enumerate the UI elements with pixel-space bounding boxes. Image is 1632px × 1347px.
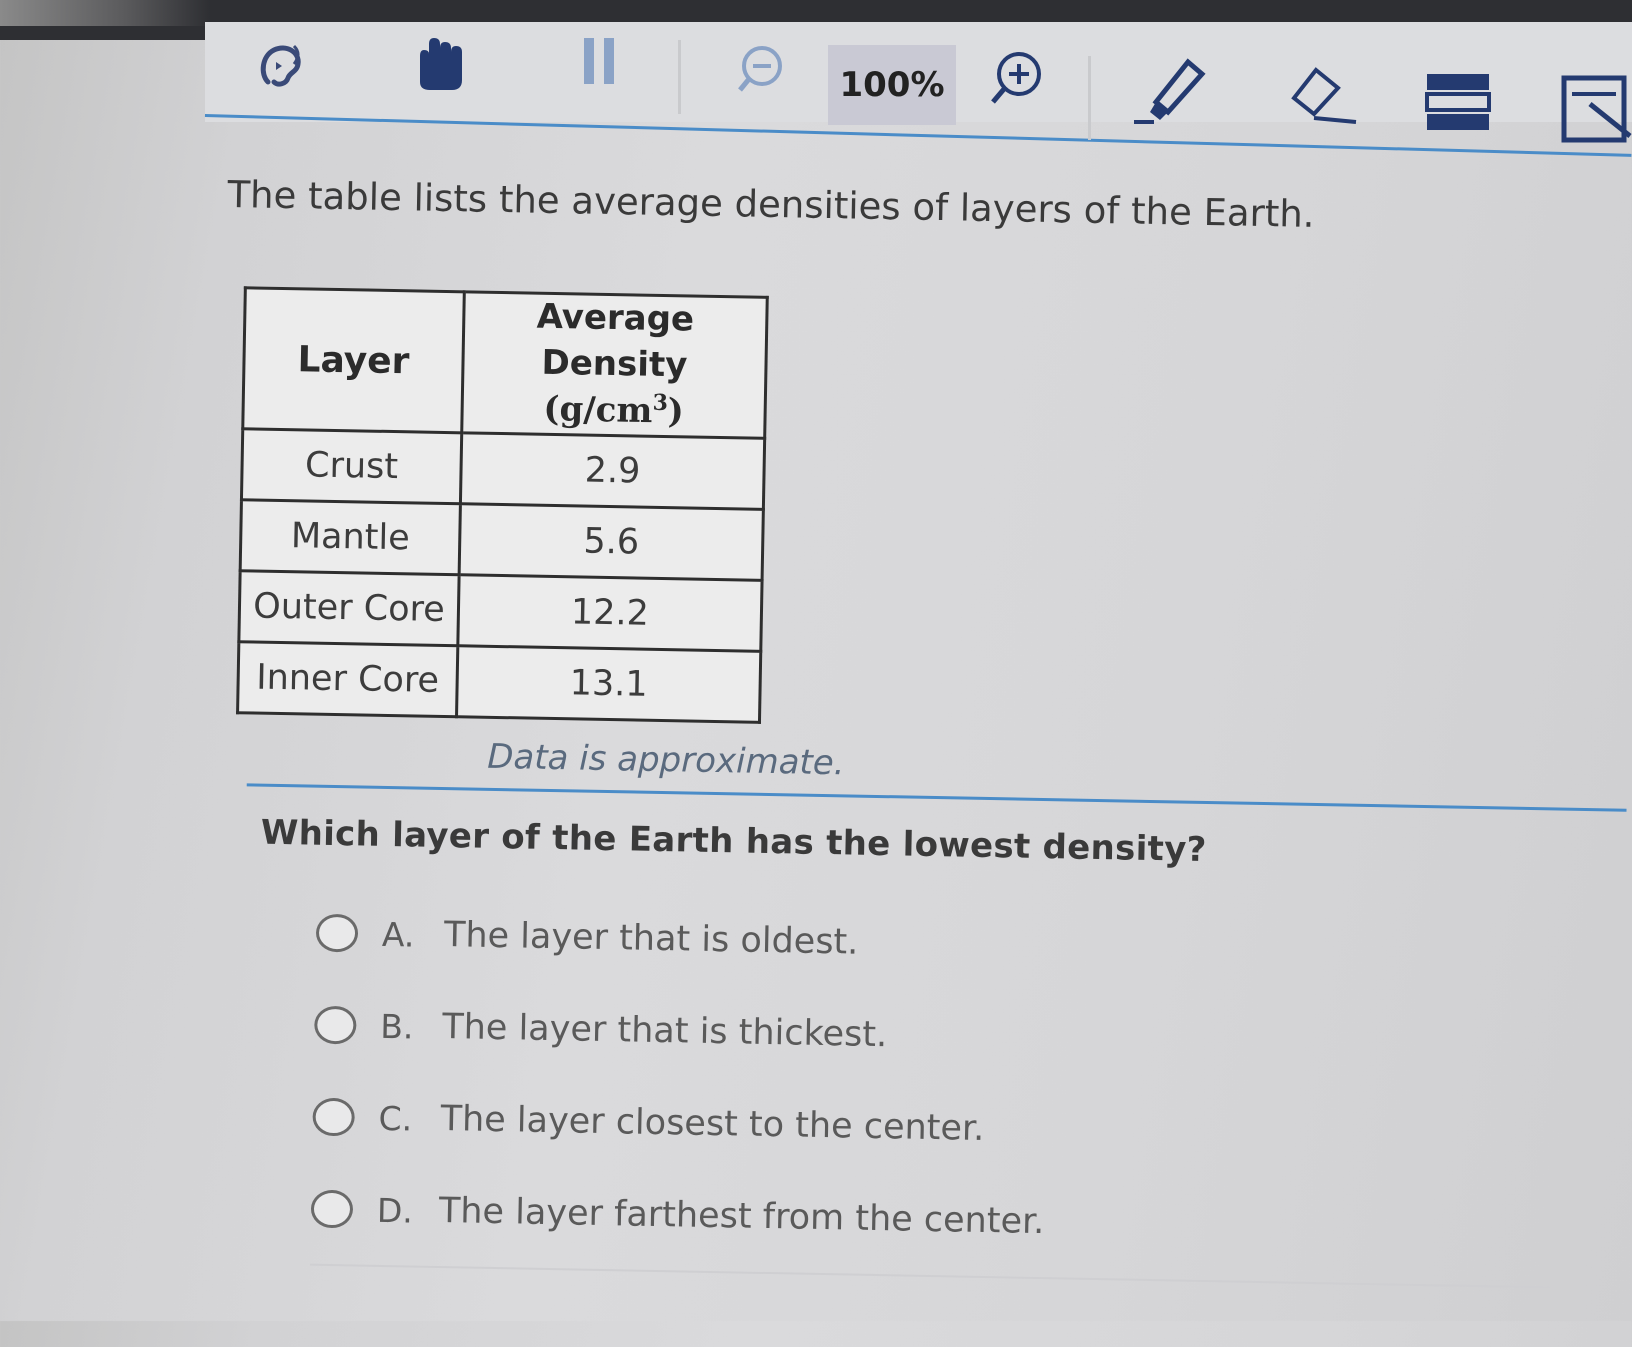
density-cell: 2.9 <box>460 432 765 510</box>
choice-letter: C. <box>378 1098 413 1138</box>
choice-letter: D. <box>376 1190 414 1231</box>
table-row: Outer Core 12.2 <box>238 570 763 652</box>
layer-cell: Inner Core <box>237 641 458 717</box>
density-cell: 13.1 <box>456 645 761 723</box>
choice-letter: B. <box>379 1006 414 1047</box>
choice-d[interactable]: D. The layer farthest from the center. <box>310 1163 1045 1268</box>
choice-c[interactable]: C. The layer closest to the center. <box>312 1071 1047 1176</box>
choice-text: The layer farthest from the center. <box>438 1191 1045 1243</box>
density-cell: 12.2 <box>457 574 763 652</box>
section-divider <box>246 783 1627 812</box>
answer-choices: A. The layer that is oldest. B. The laye… <box>310 887 1050 1268</box>
density-cell: 5.6 <box>459 503 764 581</box>
table-row: Crust 2.9 <box>241 428 765 510</box>
radio-button[interactable] <box>315 913 359 953</box>
choice-b[interactable]: B. The layer that is thickest. <box>314 979 1049 1084</box>
question-prompt: Which layer of the Earth has the lowest … <box>260 812 1208 871</box>
column-header-density: Average Density (g/cm3) <box>461 291 768 439</box>
layer-cell: Mantle <box>240 499 461 575</box>
table-row: Mantle 5.6 <box>240 499 764 581</box>
choice-text: The layer that is oldest. <box>443 915 859 963</box>
density-header-label: Average Density <box>536 296 695 386</box>
question-intro: The table lists the average densities of… <box>227 172 1315 236</box>
table-header-row: Layer Average Density (g/cm3) <box>242 287 768 439</box>
table-note: Data is approximate. <box>486 736 845 784</box>
radio-button[interactable] <box>310 1189 354 1229</box>
column-header-layer: Layer <box>242 287 465 433</box>
density-table: Layer Average Density (g/cm3) Crust 2.9 … <box>236 286 769 724</box>
choice-text: The layer that is thickest. <box>441 1007 888 1056</box>
question-area: The table lists the average densities of… <box>0 0 1632 1346</box>
layer-cell: Crust <box>241 428 462 504</box>
choice-letter: A. <box>381 914 415 955</box>
density-unit: (g/cm3) <box>543 388 685 432</box>
table-row: Inner Core 13.1 <box>237 641 761 723</box>
radio-button[interactable] <box>312 1097 356 1137</box>
radio-button[interactable] <box>314 1005 357 1045</box>
choice-text: The layer closest to the center. <box>440 1099 985 1149</box>
layer-cell: Outer Core <box>238 570 460 646</box>
choice-a[interactable]: A. The layer that is oldest. <box>315 887 1050 992</box>
choices-divider <box>309 1263 1550 1289</box>
